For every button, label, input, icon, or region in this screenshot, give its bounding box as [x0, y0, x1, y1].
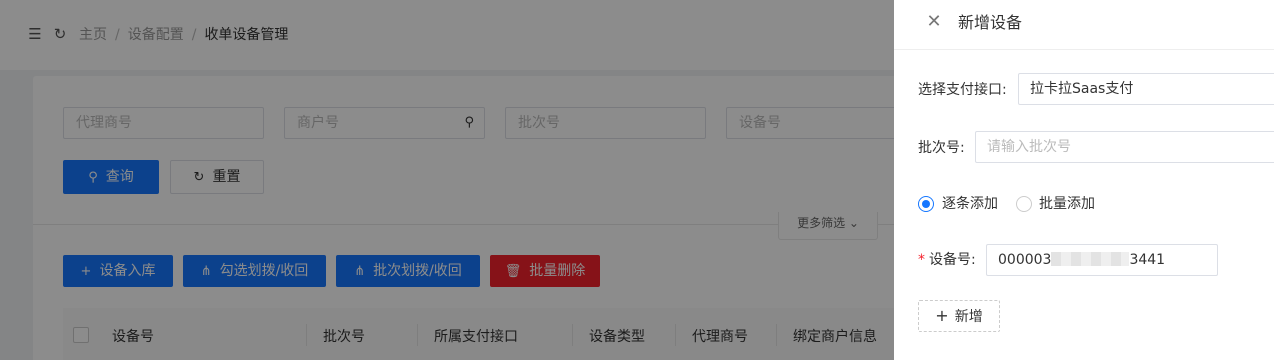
drawer-title: 新增设备: [958, 13, 1023, 32]
close-icon[interactable]: ✕: [924, 12, 944, 32]
device-number-label-text: 设备号:: [929, 252, 976, 268]
add-device-drawer: ✕ 新增设备 选择支付接口: 拉卡拉Saas支付 批次号: 请输入批次号 逐条添…: [894, 0, 1274, 360]
device-number-suffix: 3441: [1129, 252, 1166, 268]
batch-number-placeholder: 请输入批次号: [987, 139, 1071, 155]
device-number-prefix: 000003: [998, 252, 1052, 268]
add-device-row-button[interactable]: + 新增: [918, 300, 1000, 332]
radio-batch-add-label[interactable]: 批量添加: [1039, 194, 1095, 214]
device-number-label: * 设备号:: [918, 250, 976, 270]
plus-icon: +: [935, 306, 949, 325]
drawer-header: ✕ 新增设备: [894, 0, 1274, 50]
batch-number-field[interactable]: 请输入批次号: [975, 131, 1274, 163]
device-number-field[interactable]: 000003 3441: [986, 244, 1218, 276]
payment-interface-select[interactable]: 拉卡拉Saas支付: [1018, 73, 1274, 105]
add-label: 新增: [954, 309, 983, 325]
redacted-region: [1051, 252, 1130, 266]
radio-single-add[interactable]: [918, 196, 934, 212]
radio-batch-add[interactable]: [1016, 196, 1032, 212]
radio-single-add-label[interactable]: 逐条添加: [942, 194, 998, 214]
batch-number-label: 批次号:: [918, 140, 965, 156]
payment-interface-value: 拉卡拉Saas支付: [1030, 81, 1134, 97]
payment-interface-label: 选择支付接口:: [918, 82, 1007, 98]
required-mark: *: [918, 252, 925, 268]
